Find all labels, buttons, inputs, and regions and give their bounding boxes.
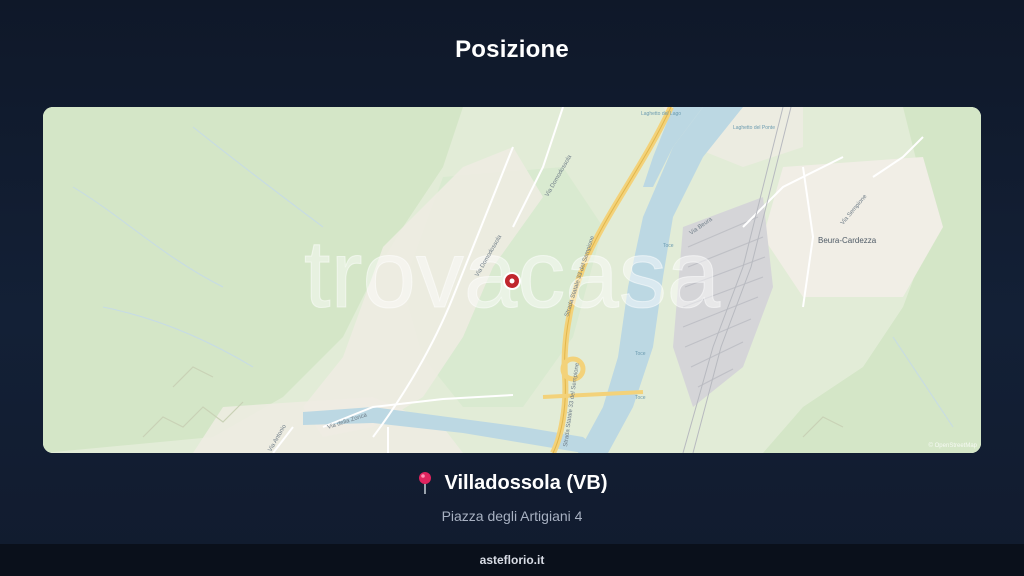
footer: asteflorio.it (0, 544, 1024, 576)
page-title: Posizione (455, 36, 569, 63)
location-marker-center (509, 278, 515, 284)
map-card[interactable]: trovacasa Beura-Cardezza Via Domodossola… (43, 107, 981, 453)
label-river-2: Toce (635, 351, 646, 357)
location-marker[interactable] (503, 272, 521, 290)
location-block: Villadossola (VB) Piazza degli Artigiani… (0, 471, 1024, 524)
footer-brand[interactable]: asteflorio.it (480, 553, 545, 567)
location-title: Villadossola (VB) (416, 471, 608, 495)
round-pushpin-icon (419, 472, 432, 494)
label-lake-1: Laghetto del Lago (641, 111, 681, 117)
map-canvas[interactable]: trovacasa Beura-Cardezza Via Domodossola… (43, 107, 981, 453)
location-address: Piazza degli Artigiani 4 (441, 508, 583, 524)
map-attribution: © OpenStreetMap (929, 442, 978, 449)
page: Posizione Beura-Cardezza Via Domodossola… (0, 0, 1024, 576)
label-lake-2: Laghetto del Ponte (733, 125, 775, 131)
location-name: Villadossola (VB) (444, 471, 608, 494)
label-village: Beura-Cardezza (818, 236, 877, 245)
label-river-3: Toce (635, 395, 646, 401)
label-river-1: Toce (663, 243, 674, 249)
